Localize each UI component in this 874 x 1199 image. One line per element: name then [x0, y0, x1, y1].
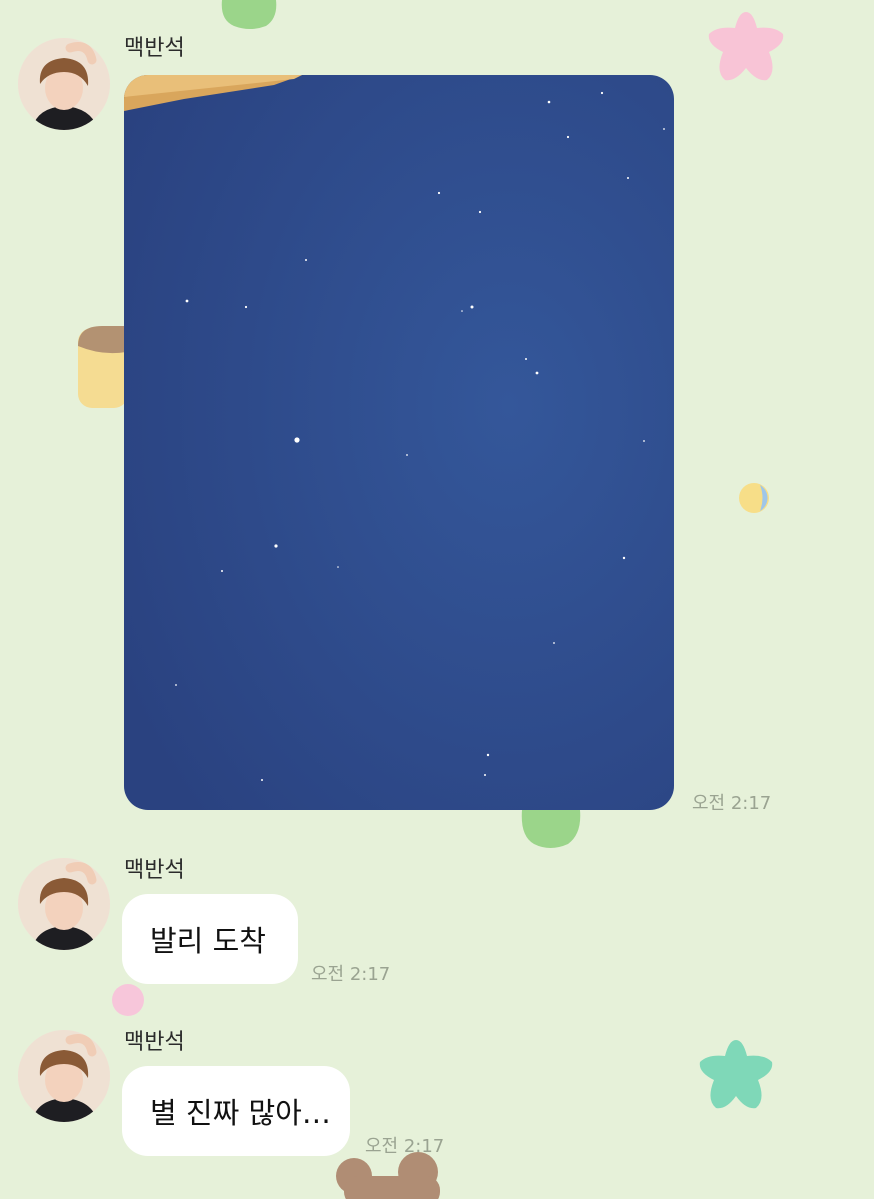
message-bubble[interactable]: 별 진짜 많아…: [122, 1066, 350, 1156]
night-sky-photo[interactable]: [124, 75, 674, 810]
green-blob-sticker-2: [521, 810, 581, 848]
message-time: 오전 2:17: [365, 1136, 445, 1157]
bear-sticker: [336, 1152, 440, 1199]
yellow-ball-sticker: [739, 483, 769, 513]
message-time: 오전 2:17: [311, 964, 391, 985]
sender-name: 맥반석: [124, 36, 185, 61]
green-blob-sticker: [221, 0, 277, 29]
avatar[interactable]: [18, 1030, 110, 1122]
mint-star-sticker: [699, 1040, 773, 1109]
message-bubble[interactable]: 발리 도착: [122, 894, 298, 984]
avatar[interactable]: [18, 858, 110, 950]
pink-dot-sticker: [112, 984, 144, 1016]
cake-sticker: [78, 326, 126, 408]
sender-name: 맥반석: [124, 1030, 185, 1055]
pink-star-sticker: [708, 12, 784, 81]
message-time: 오전 2:17: [692, 793, 772, 814]
sender-name: 맥반석: [124, 858, 185, 883]
avatar[interactable]: [18, 38, 110, 130]
